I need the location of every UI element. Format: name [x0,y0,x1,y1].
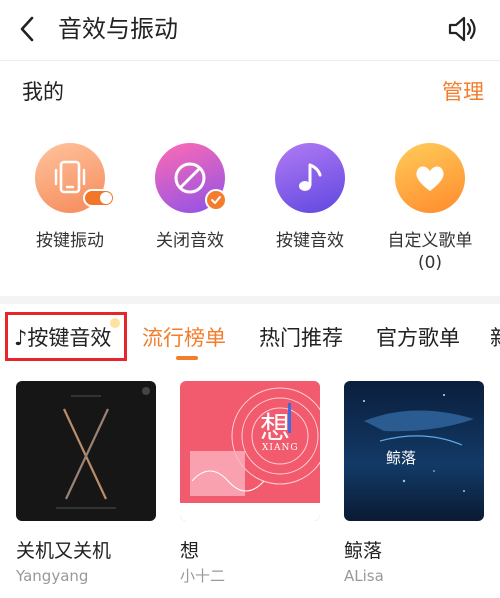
cover-text: 想 [260,411,290,446]
no-sound-icon [155,143,227,213]
header-bar: 音效与振动 [0,0,500,60]
tab-new[interactable]: 新 [490,324,500,352]
highlight-box [5,312,127,361]
feature-label: 按键振动 [36,231,104,251]
music-note-icon [275,143,345,213]
feature-label: 按键音效 [276,231,344,251]
chevron-left-icon[interactable] [16,14,40,44]
card-title: 想 [180,540,200,562]
tab-official-playlist[interactable]: 官方歌单 [376,324,460,352]
card-subtitle: ALisa [344,567,384,585]
card-title: 关机又关机 [16,540,112,562]
playlist-card[interactable]: 鲸落 鲸落 ALisa [344,381,484,586]
playlist-card[interactable]: 关机又关机 Yangyang [16,381,156,586]
feature-count: (0) [417,253,443,273]
playlist-card[interactable]: 想 XIANG 想 小十二 [180,381,320,586]
manage-button[interactable]: 管理 [442,78,484,106]
album-cover: 鲸落 [344,381,484,521]
feature-key-sound[interactable]: 按键音效 [260,143,360,252]
page-title: 音效与振动 [58,15,178,43]
check-icon [205,189,227,211]
phone-vibrate-icon [35,143,115,213]
feature-custom-playlist[interactable]: 自定义歌单 (0) [380,143,480,274]
feature-key-vibration[interactable]: 按键振动 [20,143,120,252]
section-title-mine: 我的 [22,80,64,104]
tab-hot-recommend[interactable]: 热门推荐 [259,324,343,352]
active-tab-indicator [176,356,198,360]
card-subtitle: Yangyang [16,567,89,585]
feature-label: 关闭音效 [156,231,224,251]
album-cover: 想 XIANG [180,381,320,521]
speaker-icon[interactable] [447,14,479,44]
section-gap [0,296,500,304]
heart-icon [395,143,465,213]
album-cover [16,381,156,521]
tab-popular-chart[interactable]: 流行榜单 [142,324,226,352]
cover-text: 鲸落 [386,449,417,467]
feature-sound-off[interactable]: 关闭音效 [140,143,240,252]
header-divider [0,60,500,61]
feature-label: 自定义歌单 [387,231,473,251]
card-subtitle: 小十二 [180,567,226,585]
card-title: 鲸落 [344,540,383,562]
toggle-on-icon [83,189,115,207]
cover-text: XIANG [262,443,299,453]
